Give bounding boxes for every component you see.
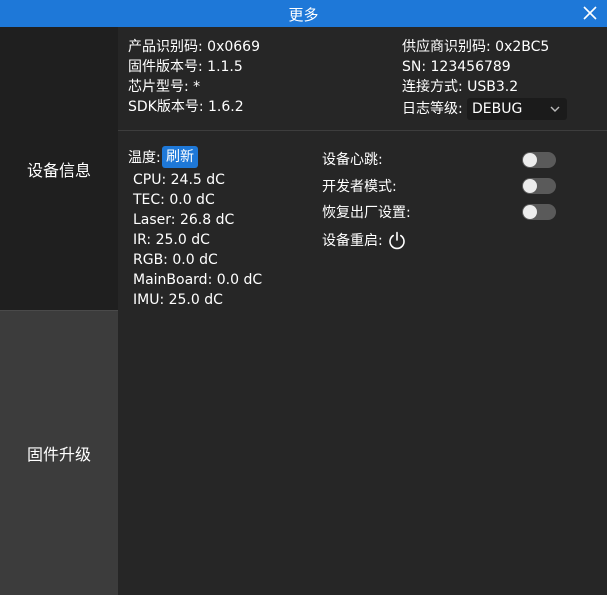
sidebar-item-label: 设备信息 <box>26 160 91 180</box>
sdk-version-text: SDK版本号: 1.6.2 <box>128 99 244 115</box>
main-panel: 产品识别码: 0x0669 固件版本号: 1.1.5 芯片型号: * SDK版本… <box>118 27 607 595</box>
temp-reading-imu: IMU: 25.0 dC <box>133 292 223 308</box>
chevron-down-icon <box>550 106 560 112</box>
close-icon[interactable] <box>582 5 598 21</box>
heartbeat-label: 设备心跳: <box>322 152 383 168</box>
sidebar: 设备信息 固件升级 <box>0 27 118 595</box>
sn-text: SN: 123456789 <box>402 59 511 75</box>
log-level-select[interactable]: DEBUG <box>467 98 567 120</box>
section-divider <box>118 130 607 131</box>
dev-mode-label: 开发者模式: <box>322 179 397 195</box>
refresh-button[interactable]: 刷新 <box>162 146 198 168</box>
dev-mode-toggle[interactable] <box>522 178 556 194</box>
temp-reading-mainboard: MainBoard: 0.0 dC <box>133 272 263 288</box>
product-id-text: 产品识别码: 0x0669 <box>128 39 260 55</box>
temp-reading-laser: Laser: 26.8 dC <box>133 212 235 228</box>
vendor-id-text: 供应商识别码: 0x2BC5 <box>402 39 550 55</box>
temp-reading-ir: IR: 25.0 dC <box>133 232 210 248</box>
factory-reset-label: 恢复出厂设置: <box>322 205 411 221</box>
window-title: 更多 <box>288 6 319 24</box>
temp-reading-cpu: CPU: 24.5 dC <box>133 172 225 188</box>
sidebar-item-label: 固件升级 <box>26 445 91 464</box>
heartbeat-toggle[interactable] <box>522 152 556 168</box>
sidebar-item-firmware-upgrade[interactable]: 固件升级 <box>0 311 118 595</box>
sidebar-item-device-info[interactable]: 设备信息 <box>0 27 118 310</box>
toggle-knob <box>523 179 537 193</box>
factory-reset-toggle[interactable] <box>522 204 556 220</box>
power-icon[interactable] <box>387 231 407 251</box>
toggle-knob <box>523 205 537 219</box>
firmware-version-text: 固件版本号: 1.1.5 <box>128 59 243 75</box>
log-level-value: DEBUG <box>472 101 523 117</box>
log-level-label: 日志等级: <box>402 101 463 117</box>
toggle-knob <box>523 153 537 167</box>
connection-text: 连接方式: USB3.2 <box>402 79 519 95</box>
temperature-label: 温度: <box>128 150 161 166</box>
temp-reading-tec: TEC: 0.0 dC <box>133 192 215 208</box>
reboot-label: 设备重启: <box>322 233 383 249</box>
temp-reading-rgb: RGB: 0.0 dC <box>133 252 218 268</box>
chip-model-text: 芯片型号: * <box>128 79 201 95</box>
title-bar: 更多 <box>0 0 607 27</box>
